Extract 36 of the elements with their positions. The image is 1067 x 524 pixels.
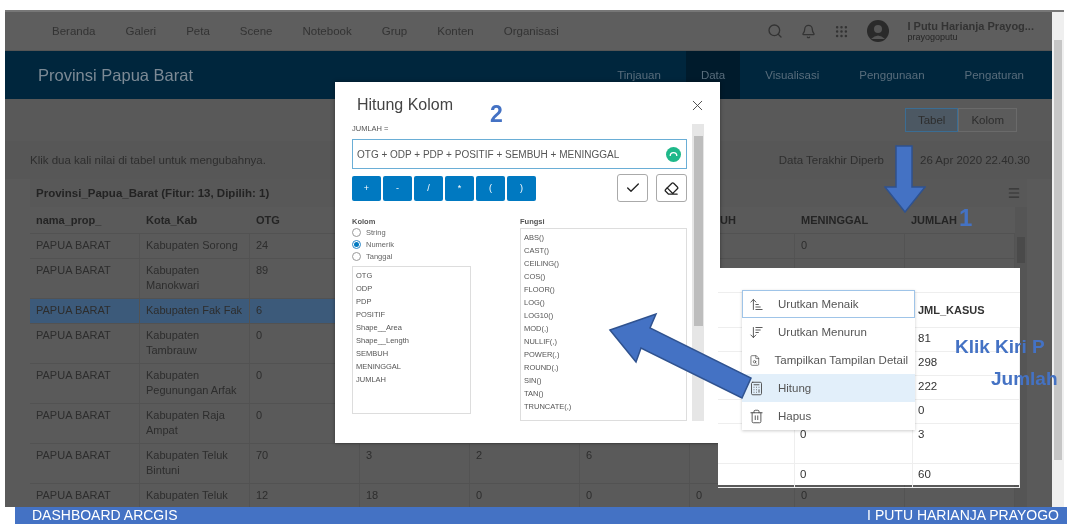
operator-button[interactable]: * xyxy=(445,175,474,201)
app-grid-icon[interactable] xyxy=(834,23,850,39)
bell-icon[interactable] xyxy=(801,23,817,39)
trash-icon xyxy=(749,408,764,424)
operator-button[interactable]: + xyxy=(352,175,381,201)
operator-button[interactable]: ( xyxy=(476,175,505,201)
step-number: 2 xyxy=(490,103,503,126)
table-cell: 0 xyxy=(795,464,913,488)
scrollbar-thumb[interactable] xyxy=(693,136,703,326)
table-cell: Kabupaten Fak Fak xyxy=(140,299,250,324)
page-title: Provinsi Papua Barat xyxy=(38,65,193,85)
dialog-title: Hitung Kolom xyxy=(357,96,454,114)
search-icon[interactable] xyxy=(767,23,784,39)
step-number: 1 xyxy=(959,206,973,230)
check-icon[interactable] xyxy=(617,174,648,202)
table-cell: 60 xyxy=(913,464,1020,488)
menu-item[interactable]: Hitung xyxy=(742,374,915,402)
table-cell: PAPUA BARAT xyxy=(30,299,140,324)
footer-title: DASHBOARD ARCGIS xyxy=(32,507,178,524)
avatar[interactable] xyxy=(867,20,890,42)
sort-descending-icon xyxy=(749,324,764,340)
calculator-icon xyxy=(749,380,764,396)
menu-item[interactable]: Tampilkan Tampilan Detail xyxy=(742,346,915,374)
operator-button[interactable]: - xyxy=(383,175,412,201)
eraser-icon[interactable] xyxy=(656,174,687,202)
sort-ascending-icon xyxy=(749,296,764,312)
status-icon xyxy=(666,146,681,162)
menu-item[interactable]: Urutkan Menaik xyxy=(742,290,915,318)
expression-field[interactable]: OTG + ODP + PDP + POSITIF + SEMBUH + MENINGGAL xyxy=(352,139,687,169)
operator-button[interactable]: ) xyxy=(507,175,536,201)
operator-button[interactable]: / xyxy=(414,175,443,201)
document-search-icon xyxy=(749,352,761,368)
footer-author: I PUTU HARIANJA PRAYOGO xyxy=(867,507,1059,524)
menu-item[interactable]: Urutkan Menurun xyxy=(742,318,915,346)
menu-item[interactable]: Hapus xyxy=(742,402,915,430)
menu-icon[interactable] xyxy=(1007,186,1021,200)
